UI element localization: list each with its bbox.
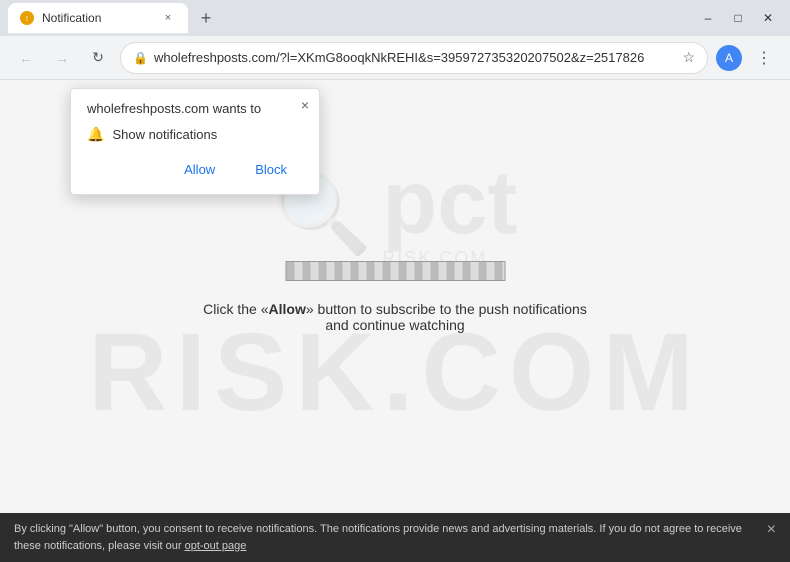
- address-input-wrap[interactable]: 🔒 wholefreshposts.com/?l=XKmG8ooqkNkREHI…: [120, 42, 708, 74]
- popup-buttons: Allow Block: [87, 157, 303, 182]
- menu-button[interactable]: ⋮: [750, 44, 778, 72]
- tab-favicon: !: [20, 11, 34, 25]
- permission-text: Show notifications: [112, 127, 217, 142]
- reload-button[interactable]: ↻: [84, 44, 112, 72]
- block-button[interactable]: Block: [239, 157, 303, 182]
- forward-button[interactable]: →: [48, 44, 76, 72]
- title-bar: ! Notification × + – □ ✕: [0, 0, 790, 36]
- popup-close-button[interactable]: ×: [301, 97, 309, 113]
- minimize-button[interactable]: –: [694, 4, 722, 32]
- browser-window: ! Notification × + – □ ✕ ← → ↻ 🔒 wholefr…: [0, 0, 790, 562]
- main-instruction-text: Click the «Allow» button to subscribe to…: [198, 301, 593, 333]
- bell-icon: 🔔: [87, 126, 104, 143]
- tab-close-button[interactable]: ×: [160, 10, 176, 26]
- svg-text:!: !: [26, 16, 28, 23]
- maximize-button[interactable]: □: [724, 4, 752, 32]
- loading-area: Click the «Allow» button to subscribe to…: [198, 261, 593, 333]
- window-controls: – □ ✕: [694, 4, 782, 32]
- loading-bar: [285, 261, 505, 281]
- tab-title: Notification: [42, 11, 152, 25]
- banner-close-button[interactable]: ×: [767, 521, 776, 539]
- bookmark-icon[interactable]: ☆: [682, 49, 695, 66]
- page-content: 🔍 pct RISK.COM RISK.COM Amo × wholefresh…: [0, 80, 790, 513]
- allow-button[interactable]: Allow: [168, 157, 231, 182]
- popup-site-text: wholefreshposts.com wants to: [87, 101, 303, 116]
- profile-icon[interactable]: A: [716, 45, 742, 71]
- opt-out-link[interactable]: opt-out page: [185, 540, 247, 552]
- close-button[interactable]: ✕: [754, 4, 782, 32]
- address-bar: ← → ↻ 🔒 wholefreshposts.com/?l=XKmG8ooqk…: [0, 36, 790, 80]
- back-button[interactable]: ←: [12, 44, 40, 72]
- banner-main-text: By clicking "Allow" button, you consent …: [14, 523, 742, 552]
- new-tab-button[interactable]: +: [192, 4, 220, 32]
- watermark-text: pct RISK.COM: [382, 158, 517, 269]
- url-text: wholefreshposts.com/?l=XKmG8ooqkNkREHI&s…: [154, 50, 676, 65]
- bottom-banner: By clicking "Allow" button, you consent …: [0, 513, 790, 562]
- popup-permission: 🔔 Show notifications: [87, 126, 303, 143]
- banner-text: By clicking "Allow" button, you consent …: [14, 521, 759, 554]
- lock-icon: 🔒: [133, 51, 148, 65]
- browser-tab[interactable]: ! Notification ×: [8, 3, 188, 33]
- notification-popup: × wholefreshposts.com wants to 🔔 Show no…: [70, 88, 320, 195]
